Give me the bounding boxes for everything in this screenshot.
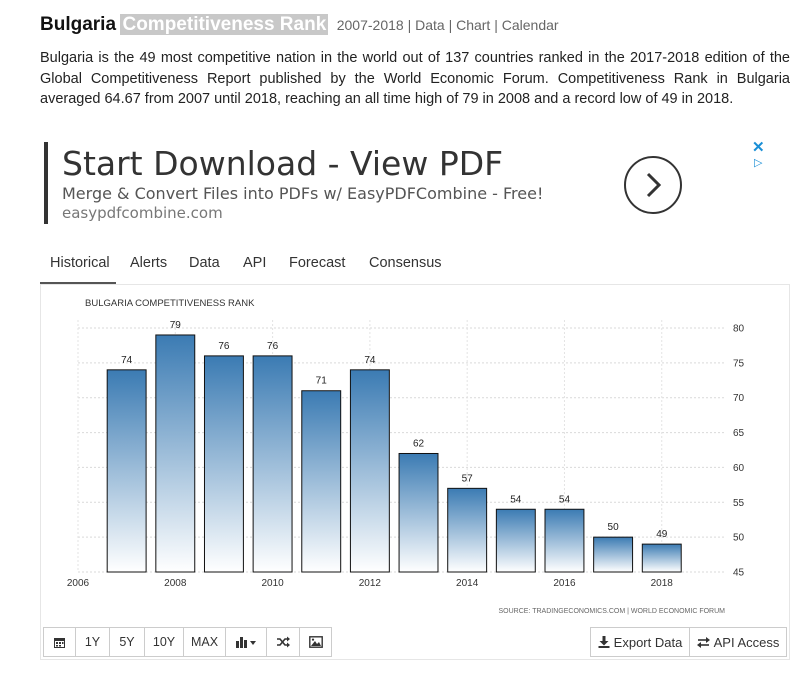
- x-tick-label: 2006: [67, 578, 90, 589]
- bar-value-label: 71: [316, 376, 328, 387]
- country-title: Bulgaria: [40, 14, 117, 35]
- bar: [106, 369, 147, 573]
- y-axis: 80 75 70 65 60 55 50 45: [733, 324, 745, 579]
- api-access-button[interactable]: API Access: [689, 627, 787, 657]
- page-header: Bulgaria Competitiveness Rank 2007-2018 …: [40, 14, 559, 36]
- chevron-right-icon: [646, 172, 662, 198]
- ad-close-icon[interactable]: ✕: [752, 138, 765, 156]
- tab-alerts[interactable]: Alerts: [130, 250, 167, 284]
- x-tick-label: 2010: [261, 578, 284, 589]
- image-icon: [308, 636, 323, 648]
- x-tick-label: 2018: [651, 578, 674, 589]
- header-links[interactable]: 2007-2018 | Data | Chart | Calendar: [337, 17, 559, 33]
- range-10y-button[interactable]: 10Y: [144, 627, 184, 657]
- tab-consensus[interactable]: Consensus: [369, 250, 442, 284]
- y-tick-label: 60: [733, 463, 745, 474]
- description: Bulgaria is the 49 most competitive nati…: [40, 50, 790, 107]
- bar-value-label: 57: [462, 473, 474, 484]
- bar: [398, 452, 439, 573]
- image-button[interactable]: [299, 627, 332, 657]
- bar-value-label: 50: [608, 522, 620, 533]
- range-1y-button[interactable]: 1Y: [75, 627, 110, 657]
- range-5y-button[interactable]: 5Y: [109, 627, 145, 657]
- bar-value-label: 54: [559, 494, 571, 505]
- tab-forecast[interactable]: Forecast: [289, 250, 345, 284]
- chart-source: SOURCE: TRADINGECONOMICS.COM | WORLD ECO…: [499, 608, 726, 615]
- bar: [641, 543, 682, 573]
- y-tick-label: 55: [733, 498, 745, 509]
- x-tick-label: 2008: [164, 578, 187, 589]
- chart-type-icon: [236, 637, 256, 648]
- tab-bar: Historical Alerts Data API Forecast Cons…: [40, 250, 790, 284]
- ad-banner[interactable]: Start Download - View PDF Merge & Conver…: [44, 142, 774, 224]
- ad-subtitle: Merge & Convert Files into PDFs w/ EasyP…: [62, 184, 544, 203]
- bar: [447, 487, 488, 573]
- indicator-title: Competitiveness Rank: [120, 14, 329, 35]
- bar: [593, 536, 634, 573]
- chart-bars: 74 79 76 76 71 74 62 57 54 54 50 49: [106, 320, 682, 573]
- bar: [155, 334, 196, 573]
- tab-data[interactable]: Data: [189, 250, 220, 284]
- bar: [301, 390, 342, 573]
- bar: [495, 508, 536, 573]
- bar-value-label: 79: [170, 320, 182, 331]
- ad-info-icon[interactable]: ▷: [754, 156, 762, 169]
- y-tick-label: 50: [733, 533, 745, 544]
- bar-value-label: 74: [364, 355, 376, 366]
- ad-go-button[interactable]: [624, 156, 682, 214]
- y-tick-label: 70: [733, 393, 745, 404]
- bar: [203, 355, 244, 573]
- x-tick-label: 2012: [359, 578, 382, 589]
- compare-button[interactable]: [266, 627, 300, 657]
- range-max-button[interactable]: MAX: [183, 627, 226, 657]
- bar-value-label: 49: [656, 529, 668, 540]
- x-tick-label: 2014: [456, 578, 479, 589]
- export-data-button[interactable]: Export Data: [590, 627, 690, 657]
- ad-url[interactable]: easypdfcombine.com: [62, 204, 223, 222]
- tab-historical[interactable]: Historical: [40, 250, 116, 284]
- y-tick-label: 75: [733, 358, 745, 369]
- swap-arrows-icon: [696, 636, 710, 648]
- shuffle-icon: [277, 636, 290, 648]
- y-tick-label: 45: [733, 568, 745, 579]
- y-tick-label: 80: [733, 324, 745, 335]
- x-tick-label: 2016: [553, 578, 576, 589]
- bar: [544, 508, 585, 573]
- chart-type-button[interactable]: [225, 627, 267, 657]
- tab-api[interactable]: API: [243, 250, 266, 284]
- calendar-button[interactable]: [43, 627, 76, 657]
- calendar-icon: [54, 637, 65, 648]
- bar-value-label: 76: [267, 341, 279, 352]
- x-axis: 2006 2008 2010 2012 2014 2016 2018: [67, 578, 673, 589]
- y-tick-label: 65: [733, 428, 745, 439]
- bar-value-label: 54: [510, 494, 522, 505]
- bar-value-label: 76: [218, 341, 230, 352]
- bar: [252, 355, 293, 573]
- chart-toolbar: 1Y 5Y 10Y MAX: [43, 627, 332, 657]
- export-data-label: Export Data: [613, 634, 683, 650]
- bar: [349, 369, 390, 573]
- bar-value-label: 62: [413, 438, 425, 449]
- api-access-label: API Access: [713, 634, 780, 650]
- chart-title: BULGARIA COMPETITIVENESS RANK: [85, 298, 255, 309]
- download-icon: [598, 636, 610, 648]
- ad-title[interactable]: Start Download - View PDF: [62, 144, 503, 183]
- bar-chart: BULGARIA COMPETITIVENESS RANK 74 79 76 76 71…: [67, 298, 745, 615]
- bar-value-label: 74: [121, 355, 133, 366]
